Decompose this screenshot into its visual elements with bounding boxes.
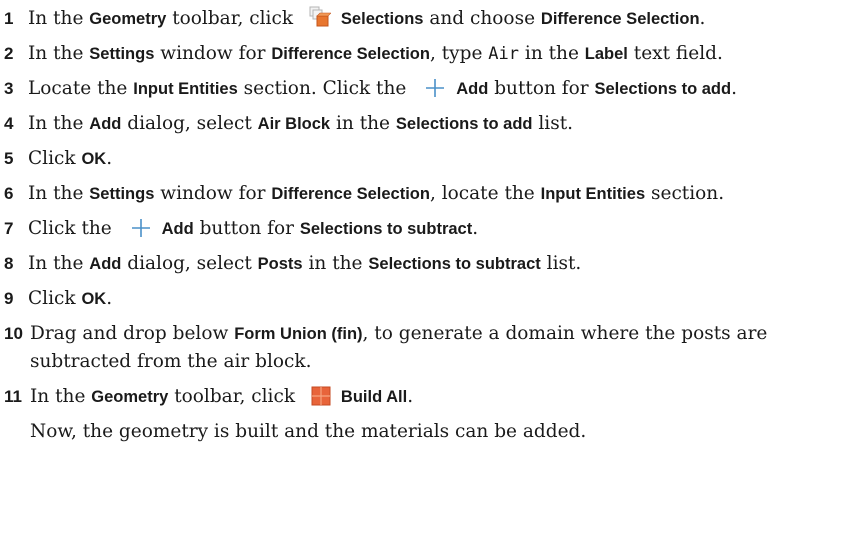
ui-ref-selections: Selections [340, 10, 424, 28]
step-10: 10 Drag and drop below Form Union (fin), … [4, 321, 850, 347]
difference-selection-icon [309, 6, 332, 36]
step-3: 3 Locate the Input Entities section. Clic… [4, 76, 850, 105]
closing-note: Now, the geometry is built and the mater… [30, 421, 587, 442]
ui-ref-geometry: Geometry [89, 10, 167, 28]
step-1: 1 In the Geometry toolbar, click Selectio… [4, 6, 850, 36]
step-10-continuation: subtracted from the air block. [30, 351, 312, 372]
step-number: 4 [4, 114, 14, 133]
step-9: 9 Click OK. [4, 286, 850, 312]
plus-icon [426, 79, 445, 105]
step-8: 8 In the Add dialog, select Posts in the … [4, 251, 850, 277]
typed-value: Air [488, 44, 520, 64]
step-number: 1 [4, 9, 14, 28]
step-number: 5 [4, 149, 14, 168]
step-7: 7 Click the Add button for Selections to … [4, 216, 850, 245]
step-number: 10 [4, 324, 23, 343]
step-number: 8 [4, 254, 14, 273]
step-4: 4 In the Add dialog, select Air Block in … [4, 111, 850, 137]
step-number: 2 [4, 44, 14, 63]
step-11: 11 In the Geometry toolbar, click Build A… [4, 384, 850, 414]
step-6: 6 In the Settings window for Difference S… [4, 181, 850, 207]
ui-ref-difference-selection: Difference Selection [540, 10, 700, 28]
build-all-icon [311, 386, 331, 414]
plus-icon [131, 219, 150, 245]
step-number: 6 [4, 184, 14, 203]
instruction-page: 1 In the Geometry toolbar, click Selectio… [0, 0, 854, 540]
step-number: 3 [4, 79, 14, 98]
step-number: 11 [4, 387, 22, 406]
step-2: 2 In the Settings window for Difference S… [4, 41, 850, 67]
step-5: 5 Click OK. [4, 146, 850, 172]
step-number: 7 [4, 219, 14, 238]
step-number: 9 [4, 289, 14, 308]
